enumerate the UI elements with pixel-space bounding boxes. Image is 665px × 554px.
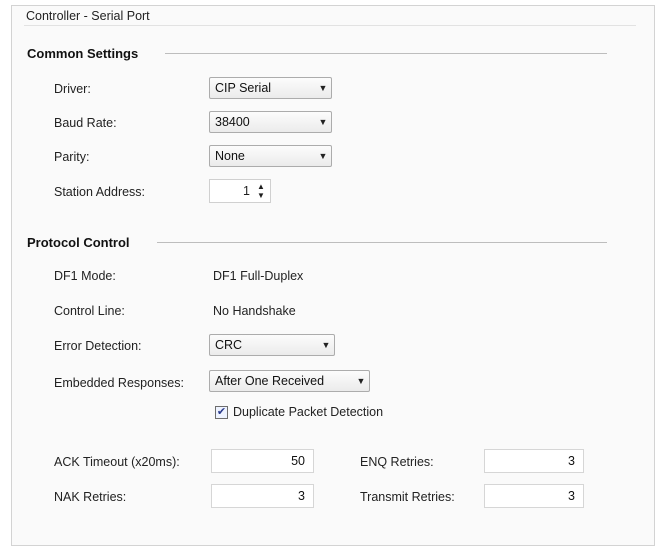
ack-timeout-label: ACK Timeout (x20ms): xyxy=(54,455,180,469)
panel-title: Controller - Serial Port xyxy=(26,9,150,23)
control-line-label: Control Line: xyxy=(54,304,125,318)
driver-dropdown[interactable]: CIP Serial ▼ xyxy=(209,77,332,99)
common-settings-heading: Common Settings xyxy=(27,46,139,61)
enq-retries-field[interactable]: 3 xyxy=(484,449,584,473)
driver-label: Driver: xyxy=(54,82,91,96)
station-address-label: Station Address: xyxy=(54,185,146,199)
embedded-responses-dropdown[interactable]: After One Received ▼ xyxy=(209,370,370,392)
parity-value: None xyxy=(215,149,245,163)
chevron-down-icon: ▼ xyxy=(318,151,328,161)
enq-retries-label: ENQ Retries: xyxy=(360,455,434,469)
parity-label: Parity: xyxy=(54,150,90,164)
spin-buttons[interactable]: ▲ ▼ xyxy=(255,182,267,200)
error-detection-dropdown[interactable]: CRC ▼ xyxy=(209,334,335,356)
ack-timeout-field[interactable]: 50 xyxy=(211,449,314,473)
protocol-control-divider xyxy=(157,242,607,243)
error-detection-value: CRC xyxy=(215,338,243,352)
embedded-responses-value: After One Received xyxy=(215,374,325,388)
station-address-stepper[interactable]: 1 ▲ ▼ xyxy=(209,179,271,203)
spin-down-icon[interactable]: ▼ xyxy=(257,191,265,200)
protocol-control-heading: Protocol Control xyxy=(27,235,130,250)
nak-retries-field[interactable]: 3 xyxy=(211,484,314,508)
chevron-down-icon: ▼ xyxy=(318,117,328,127)
chevron-down-icon: ▼ xyxy=(321,340,331,350)
serial-port-panel: Controller - Serial Port Common Settings… xyxy=(11,5,655,546)
transmit-retries-label: Transmit Retries: xyxy=(360,490,455,504)
baud-rate-dropdown[interactable]: 38400 ▼ xyxy=(209,111,332,133)
station-address-value: 1 xyxy=(243,184,250,198)
title-divider xyxy=(24,25,636,26)
control-line-value: No Handshake xyxy=(213,304,296,318)
duplicate-packet-checkbox[interactable]: ✔ xyxy=(215,406,228,419)
duplicate-packet-label[interactable]: Duplicate Packet Detection xyxy=(233,405,383,419)
error-detection-label: Error Detection: xyxy=(54,339,142,353)
df1-mode-value: DF1 Full-Duplex xyxy=(213,269,304,283)
baud-rate-label: Baud Rate: xyxy=(54,116,117,130)
df1-mode-label: DF1 Mode: xyxy=(54,269,116,283)
chevron-down-icon: ▼ xyxy=(356,376,366,386)
spin-up-icon[interactable]: ▲ xyxy=(257,182,265,191)
parity-dropdown[interactable]: None ▼ xyxy=(209,145,332,167)
checkmark-icon: ✔ xyxy=(216,406,227,418)
common-settings-divider xyxy=(165,53,607,54)
nak-retries-label: NAK Retries: xyxy=(54,490,127,504)
baud-rate-value: 38400 xyxy=(215,115,250,129)
driver-value: CIP Serial xyxy=(215,81,272,95)
transmit-retries-field[interactable]: 3 xyxy=(484,484,584,508)
embedded-responses-label: Embedded Responses: xyxy=(54,376,184,390)
chevron-down-icon: ▼ xyxy=(318,83,328,93)
